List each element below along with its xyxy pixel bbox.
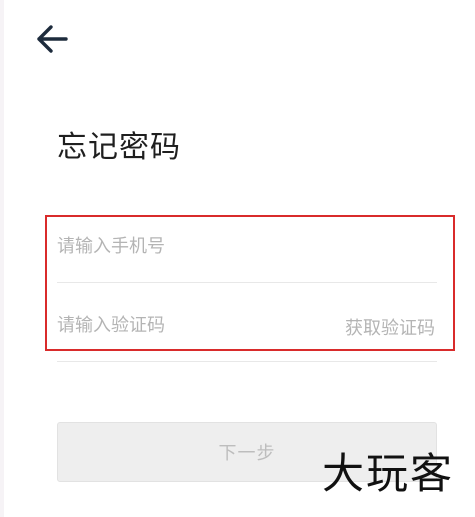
get-code-button[interactable]: 获取验证码 (345, 314, 435, 340)
back-button[interactable] (34, 22, 70, 56)
watermark: 大玩客 (322, 449, 455, 498)
phone-input[interactable] (57, 226, 327, 266)
page-title: 忘记密码 (57, 130, 181, 165)
verification-code-field: 获取验证码 (57, 305, 437, 362)
divider (57, 361, 437, 362)
left-edge-strip (0, 0, 4, 517)
arrow-left-icon (37, 25, 68, 53)
phone-field (57, 226, 437, 283)
verification-code-input[interactable] (57, 305, 327, 345)
